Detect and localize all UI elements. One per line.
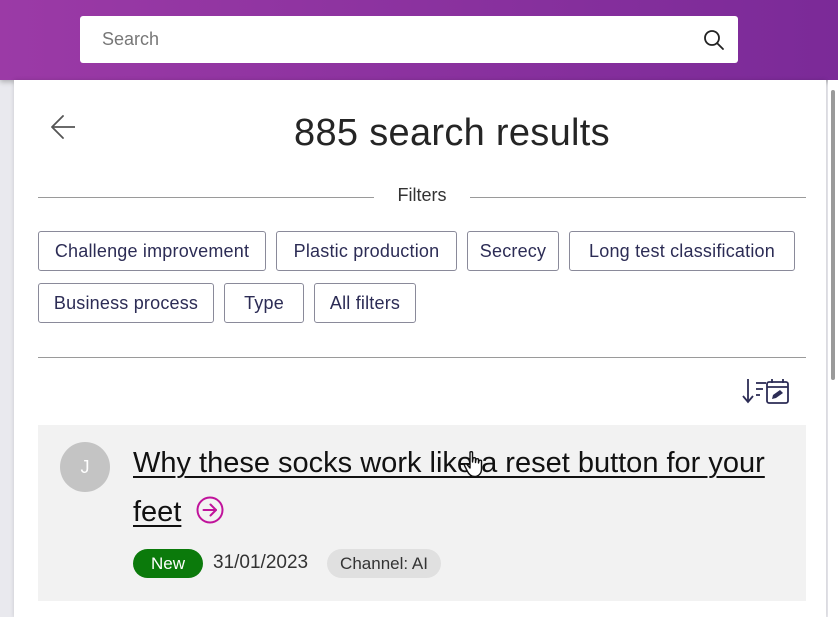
result-date: 31/01/2023 <box>213 552 309 573</box>
divider-line <box>38 197 374 198</box>
search-box[interactable] <box>80 16 738 63</box>
divider-line <box>38 357 806 358</box>
all-filters-button[interactable]: All filters <box>314 283 416 323</box>
divider-line <box>470 197 806 198</box>
top-bar <box>0 0 838 80</box>
result-meta: New 31/01/2023 Channel: AI <box>133 549 693 579</box>
filter-chip-challenge-improvement[interactable]: Challenge improvement <box>38 231 266 271</box>
scrollbar-thumb[interactable] <box>831 90 835 380</box>
search-icon[interactable] <box>702 28 726 52</box>
result-title-text[interactable]: Why these socks work like a reset button… <box>133 447 765 528</box>
status-badge: New <box>133 549 203 578</box>
search-input[interactable] <box>102 16 682 63</box>
hand-pointer-cursor-icon <box>463 450 483 478</box>
avatar: J <box>60 442 110 492</box>
filter-chip-secrecy[interactable]: Secrecy <box>467 231 559 271</box>
filter-chip-plastic-production[interactable]: Plastic production <box>276 231 457 271</box>
scrollbar[interactable] <box>828 80 838 617</box>
sort-by-date-icon[interactable] <box>742 377 792 407</box>
filters-divider: Filters <box>38 183 806 207</box>
filters-label: Filters <box>397 185 447 205</box>
filter-chip-long-test-classification[interactable]: Long test classification <box>569 231 795 271</box>
page-title: 885 search results <box>294 112 610 154</box>
filter-chip-business-process[interactable]: Business process <box>38 283 214 323</box>
result-card[interactable]: J Why these socks work like a reset butt… <box>38 425 806 601</box>
channel-tag: Channel: AI <box>327 549 441 578</box>
result-title-link[interactable]: Why these socks work like a reset button… <box>133 439 773 537</box>
results-panel: 885 search results Filters Challenge imp… <box>14 80 826 617</box>
filter-chip-type[interactable]: Type <box>224 283 304 323</box>
arrow-circle-right-icon[interactable] <box>195 495 225 525</box>
